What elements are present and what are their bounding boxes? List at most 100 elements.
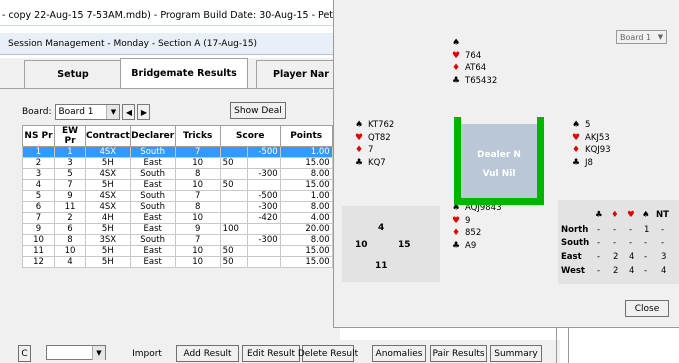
- edit-result-button[interactable]: Edit Result: [242, 345, 300, 362]
- table-cell[interactable]: 2: [22, 157, 55, 169]
- summary-button[interactable]: Summary: [490, 345, 542, 362]
- table-cell[interactable]: [219, 168, 249, 180]
- table-row[interactable]: 3 5 4SX South 8 -300 8.00: [22, 168, 333, 180]
- table-row[interactable]: 12 4 5H East 10 50 15.00: [22, 256, 333, 268]
- table-cell[interactable]: 4SX: [85, 201, 131, 213]
- table-cell[interactable]: 8: [174, 168, 221, 180]
- prev-board-icon[interactable]: ◀: [122, 104, 136, 120]
- table-cell[interactable]: 7: [174, 190, 221, 202]
- table-cell[interactable]: [219, 201, 249, 213]
- table-cell[interactable]: 9: [54, 190, 86, 202]
- next-board-icon[interactable]: ▶: [137, 104, 151, 120]
- table-cell[interactable]: [219, 212, 249, 224]
- table-cell[interactable]: 15.00: [279, 179, 333, 191]
- table-cell[interactable]: 8.00: [279, 201, 333, 213]
- table-cell[interactable]: 10: [22, 234, 55, 246]
- table-cell[interactable]: 1.00: [279, 190, 333, 202]
- table-cell[interactable]: -500: [247, 190, 281, 202]
- table-cell[interactable]: 7: [54, 179, 86, 191]
- table-cell[interactable]: South: [129, 201, 176, 213]
- table-cell[interactable]: 10: [54, 245, 86, 257]
- table-cell[interactable]: East: [129, 245, 176, 257]
- table-cell[interactable]: 20.00: [279, 223, 333, 235]
- pair-results-button[interactable]: Pair Results: [430, 345, 487, 362]
- table-cell[interactable]: 7: [174, 234, 221, 246]
- table-cell[interactable]: 7: [22, 212, 55, 224]
- table-cell[interactable]: 5: [22, 190, 55, 202]
- table-cell[interactable]: 3SX: [85, 234, 131, 246]
- table-cell[interactable]: [247, 245, 281, 257]
- table-cell[interactable]: East: [129, 223, 176, 235]
- table-cell[interactable]: 10: [174, 256, 221, 268]
- c-button[interactable]: C: [18, 345, 31, 362]
- table-cell[interactable]: -420: [247, 212, 281, 224]
- anomalies-button[interactable]: Anomalies: [372, 345, 426, 362]
- delete-result-button[interactable]: Delete Result: [298, 345, 358, 362]
- table-cell[interactable]: 6: [22, 201, 55, 213]
- table-cell[interactable]: [219, 146, 249, 158]
- dialog-board-select[interactable]: Board 1 ▼: [616, 30, 667, 44]
- table-cell[interactable]: 5H: [85, 245, 131, 257]
- table-cell[interactable]: East: [129, 179, 176, 191]
- table-cell[interactable]: 1: [54, 146, 86, 158]
- close-button[interactable]: Close: [625, 300, 669, 317]
- table-row[interactable]: 9 6 5H East 9 100 20.00: [22, 223, 333, 235]
- table-cell[interactable]: 4H: [85, 212, 131, 224]
- tab-setup[interactable]: Setup: [24, 60, 122, 88]
- board-combo[interactable]: Board 1 ▼: [55, 104, 121, 120]
- table-cell[interactable]: [247, 223, 281, 235]
- table-cell[interactable]: 1: [22, 146, 55, 158]
- table-cell[interactable]: 2: [54, 212, 86, 224]
- table-cell[interactable]: 5H: [85, 179, 131, 191]
- table-cell[interactable]: 11: [22, 245, 55, 257]
- table-cell[interactable]: 4SX: [85, 146, 131, 158]
- table-cell[interactable]: East: [129, 157, 176, 169]
- table-cell[interactable]: 10: [174, 157, 221, 169]
- table-cell[interactable]: 10: [174, 245, 221, 257]
- table-cell[interactable]: 4.00: [279, 212, 333, 224]
- table-cell[interactable]: 8: [174, 201, 221, 213]
- table-cell[interactable]: -300: [247, 201, 281, 213]
- filter-combo[interactable]: ▼: [46, 345, 106, 360]
- show-deal-button[interactable]: Show Deal: [230, 102, 286, 119]
- table-cell[interactable]: 4SX: [85, 168, 131, 180]
- col-header[interactable]: Points: [279, 125, 333, 147]
- table-cell[interactable]: 50: [219, 245, 249, 257]
- chevron-down-icon[interactable]: ▼: [106, 105, 120, 119]
- table-cell[interactable]: 8.00: [279, 168, 333, 180]
- table-cell[interactable]: 15.00: [279, 256, 333, 268]
- table-cell[interactable]: -300: [247, 234, 281, 246]
- col-header[interactable]: Tricks: [174, 125, 221, 147]
- col-header[interactable]: Declarer: [129, 125, 176, 147]
- table-cell[interactable]: 4: [54, 256, 86, 268]
- table-cell[interactable]: East: [129, 256, 176, 268]
- table-cell[interactable]: 50: [219, 179, 249, 191]
- table-cell[interactable]: 9: [174, 223, 221, 235]
- table-cell[interactable]: 1.00: [279, 146, 333, 158]
- table-row[interactable]: 11 10 5H East 10 50 15.00: [22, 245, 333, 257]
- col-header[interactable]: NS Pr: [22, 125, 55, 147]
- table-cell[interactable]: 9: [22, 223, 55, 235]
- add-result-button[interactable]: Add Result: [176, 345, 239, 362]
- table-cell[interactable]: South: [129, 146, 176, 158]
- tab-bridgemate-results[interactable]: Bridgemate Results: [120, 58, 248, 88]
- table-cell[interactable]: 3: [54, 157, 86, 169]
- table-cell[interactable]: [219, 234, 249, 246]
- table-cell[interactable]: [219, 190, 249, 202]
- table-cell[interactable]: 11: [54, 201, 86, 213]
- table-cell[interactable]: 8.00: [279, 234, 333, 246]
- table-row[interactable]: 7 2 4H East 10 -420 4.00: [22, 212, 333, 224]
- table-cell[interactable]: 50: [219, 256, 249, 268]
- table-cell[interactable]: 4SX: [85, 190, 131, 202]
- table-cell[interactable]: 4: [22, 179, 55, 191]
- table-cell[interactable]: [247, 256, 281, 268]
- table-row[interactable]: 6 11 4SX South 8 -300 8.00: [22, 201, 333, 213]
- table-cell[interactable]: 10: [174, 212, 221, 224]
- table-row[interactable]: 1 1 4SX South 7 -500 1.00: [22, 146, 333, 158]
- table-cell[interactable]: 5H: [85, 256, 131, 268]
- table-cell[interactable]: 6: [54, 223, 86, 235]
- table-row[interactable]: 4 7 5H East 10 50 15.00: [22, 179, 333, 191]
- table-cell[interactable]: South: [129, 168, 176, 180]
- chevron-down-icon[interactable]: ▼: [92, 345, 105, 360]
- table-cell[interactable]: -300: [247, 168, 281, 180]
